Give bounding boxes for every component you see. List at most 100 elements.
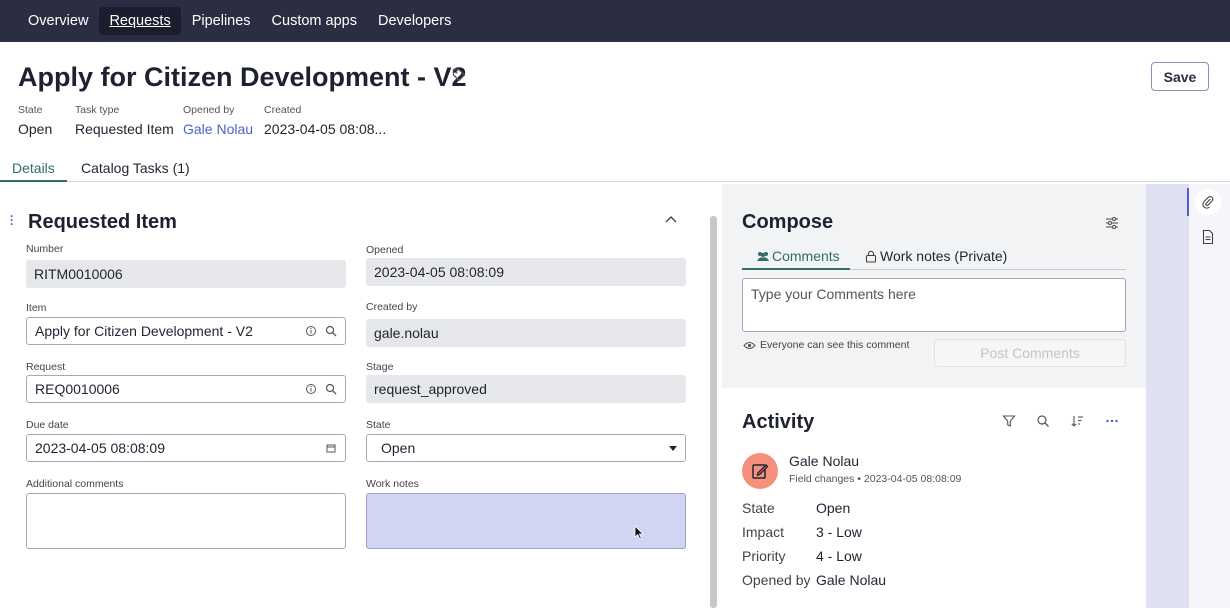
additional-comments-label: Additional comments	[26, 478, 124, 490]
lock-icon	[865, 250, 877, 263]
tag-icon[interactable]	[452, 68, 466, 82]
chevron-up-icon[interactable]	[664, 214, 678, 224]
stage-value: request_approved	[374, 381, 487, 397]
activity-field-key: State	[742, 500, 775, 516]
additional-comments-textarea[interactable]	[26, 493, 346, 549]
meta-value: Open	[18, 121, 53, 137]
meta-label: Opened by	[183, 104, 235, 116]
opened-value: 2023-04-05 08:08:09	[374, 264, 504, 280]
active-tab-indicator	[0, 180, 67, 182]
search-icon[interactable]	[325, 383, 337, 395]
work-notes-textarea[interactable]	[366, 493, 686, 549]
meta-task-type: Task type Requested Item	[75, 104, 174, 137]
calendar-icon[interactable]	[325, 442, 337, 454]
avatar	[742, 453, 778, 489]
activity-field-value: Open	[816, 500, 851, 516]
created-by-label: Created by	[366, 301, 418, 313]
compose-active-tab-indicator	[742, 268, 850, 270]
caret-down-icon	[669, 445, 677, 451]
opened-by-link[interactable]: Gale Nolau	[183, 121, 253, 137]
comment-input[interactable]: Type your Comments here	[742, 278, 1126, 332]
activity-field-key: Impact	[742, 524, 785, 540]
save-button[interactable]: Save	[1151, 62, 1209, 91]
tab-work-notes[interactable]: Work notes (Private)	[865, 248, 1007, 264]
side-rail	[1188, 184, 1230, 608]
tab-work-notes-label: Work notes (Private)	[880, 248, 1008, 264]
activity-title: Activity	[742, 411, 815, 433]
meta-value: Requested Item	[75, 121, 174, 137]
request-field[interactable]: REQ0010006	[26, 375, 346, 403]
page-title: Apply for Citizen Development - V2	[18, 62, 467, 92]
item-value: Apply for Citizen Development - V2	[35, 323, 253, 339]
drag-handle-icon[interactable]: · · ·	[10, 210, 14, 230]
paperclip-icon	[1202, 196, 1214, 209]
activity-field-value: Gale Nolau	[816, 572, 887, 588]
item-field[interactable]: Apply for Citizen Development - V2	[26, 317, 346, 345]
record-tabs: Details Catalog Tasks (1)	[0, 152, 1230, 182]
meta-label: Created	[264, 104, 302, 116]
activity-author[interactable]: Gale Nolau	[789, 453, 859, 469]
number-value: RITM0010006	[34, 266, 123, 282]
scrollbar[interactable]	[710, 216, 717, 608]
nav-pipelines[interactable]: Pipelines	[182, 7, 261, 35]
nav-custom-apps[interactable]: Custom apps	[262, 7, 367, 35]
tab-catalog-tasks[interactable]: Catalog Tasks (1)	[81, 160, 190, 176]
rail-gutter	[1146, 184, 1188, 608]
filter-icon[interactable]	[1002, 414, 1016, 428]
edit-icon	[752, 464, 769, 479]
tab-details[interactable]: Details	[12, 160, 55, 176]
number-field: RITM0010006	[26, 260, 346, 288]
info-icon[interactable]	[305, 383, 317, 395]
state-select[interactable]: Open	[366, 434, 686, 462]
item-label: Item	[26, 302, 47, 314]
meta-created: Created 2023-04-05 08:08...	[264, 104, 386, 137]
eye-icon	[743, 341, 756, 349]
created-by-value: gale.nolau	[374, 325, 439, 341]
meta-label: Task type	[75, 104, 120, 116]
state-value: Open	[381, 440, 416, 456]
due-date-value: 2023-04-05 08:08:09	[35, 440, 165, 456]
request-value: REQ0010006	[35, 381, 120, 397]
activity-field-value: 4 - Low	[816, 548, 862, 564]
people-icon	[757, 251, 769, 261]
compose-title: Compose	[742, 211, 834, 233]
tab-comments-label: Comments	[772, 248, 840, 264]
created-by-field: gale.nolau	[366, 319, 686, 347]
search-icon[interactable]	[325, 325, 337, 337]
visibility-note: Everyone can see this comment	[743, 339, 909, 351]
due-date-label: Due date	[26, 419, 69, 431]
nav-overview[interactable]: Overview	[18, 7, 98, 35]
activity-field-key: Opened by	[742, 572, 811, 588]
stage-label: Stage	[366, 361, 394, 373]
top-nav: Overview Requests Pipelines Custom apps …	[0, 0, 1230, 42]
meta-state: State Open	[18, 104, 52, 137]
attachments-button[interactable]	[1195, 189, 1221, 215]
meta-value: 2023-04-05 08:08...	[264, 121, 387, 137]
activity-field-key: Priority	[742, 548, 786, 564]
tab-comments[interactable]: Comments	[756, 248, 840, 264]
rail-active-indicator	[1187, 188, 1189, 216]
work-notes-label: Work notes	[366, 478, 419, 490]
sort-icon[interactable]	[1070, 414, 1084, 428]
request-label: Request	[26, 361, 66, 373]
mouse-cursor-icon	[634, 525, 644, 540]
search-icon[interactable]	[1036, 414, 1050, 428]
nav-developers[interactable]: Developers	[368, 7, 461, 35]
visibility-note-text: Everyone can see this comment	[760, 339, 910, 351]
info-icon[interactable]	[305, 325, 317, 337]
opened-label: Opened	[366, 244, 404, 256]
comment-placeholder: Type your Comments here	[751, 286, 916, 302]
settings-sliders-icon[interactable]	[1105, 216, 1119, 230]
number-label: Number	[26, 243, 64, 255]
stage-field: request_approved	[366, 375, 686, 403]
activity-subtitle: Field changes • 2023-04-05 08:08:09	[789, 473, 962, 485]
more-icon[interactable]	[1105, 414, 1119, 428]
nav-requests[interactable]: Requests	[99, 7, 181, 35]
section-title: Requested Item	[28, 211, 177, 233]
meta-opened-by: Opened by Gale Nolau	[183, 104, 253, 137]
document-icon[interactable]	[1201, 229, 1215, 245]
opened-field: 2023-04-05 08:08:09	[366, 258, 686, 286]
post-comments-button[interactable]: Post Comments	[934, 339, 1126, 367]
due-date-field[interactable]: 2023-04-05 08:08:09	[26, 434, 346, 462]
meta-label: State	[18, 104, 43, 116]
